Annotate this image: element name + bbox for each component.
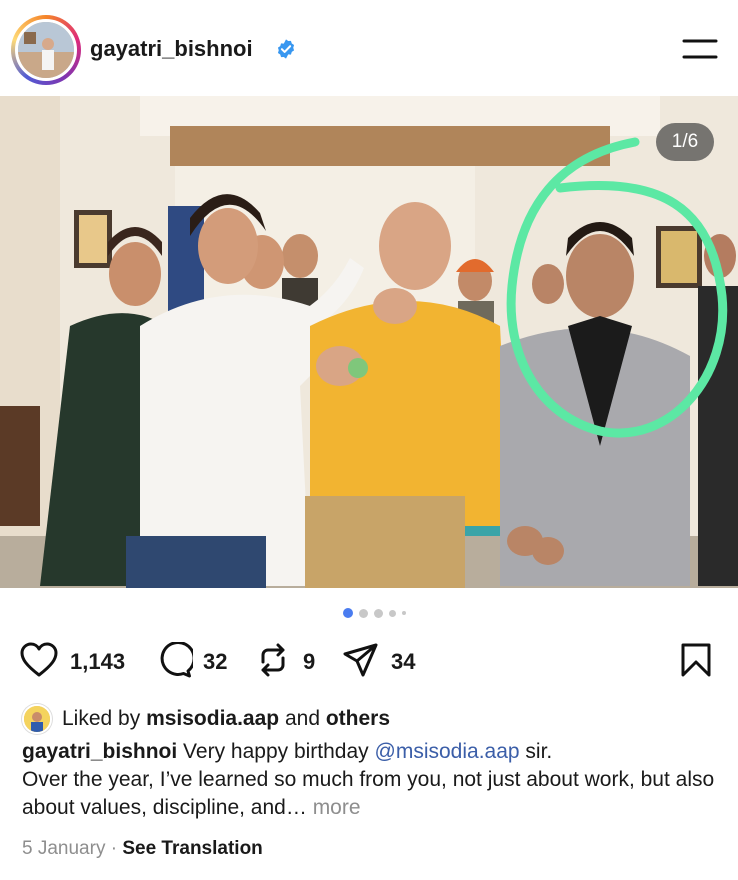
repost-count: 9	[303, 649, 316, 674]
post-username[interactable]: gayatri_bishnoi	[90, 36, 253, 62]
comment-count: 32	[203, 649, 228, 674]
post-photo[interactable]: 1/6	[0, 96, 738, 588]
comment-icon	[160, 642, 193, 678]
send-icon	[343, 643, 378, 677]
post-caption: gayatri_bishnoi Very happy birthday @msi…	[22, 738, 722, 822]
carousel-dot[interactable]	[374, 609, 383, 618]
verified-badge-icon	[277, 39, 295, 59]
heart-icon	[20, 642, 58, 677]
story-ring[interactable]	[11, 15, 81, 85]
share-button[interactable]: 34	[343, 636, 433, 684]
photo-counter: 1/6	[656, 123, 714, 161]
liked-prefix: Liked by	[62, 707, 141, 730]
carousel-dot[interactable]	[389, 610, 396, 617]
liker-username[interactable]: msisodia.aap	[146, 707, 279, 730]
liked-conj: and	[284, 707, 321, 730]
save-button[interactable]	[680, 636, 714, 684]
post-date: 5 January	[22, 838, 106, 859]
profile-avatar[interactable]	[15, 19, 77, 81]
like-button[interactable]: 1,143	[20, 636, 140, 684]
post-footer: 5 January · See Translation	[22, 838, 263, 860]
more-link[interactable]: more	[313, 796, 361, 819]
caption-username[interactable]: gayatri_bishnoi	[22, 740, 177, 763]
caption-text: Over the year, I’ve learned so much from…	[22, 768, 715, 819]
carousel-dot[interactable]	[343, 608, 353, 618]
hamburger-icon[interactable]	[680, 36, 720, 62]
caption-text: Very happy birthday	[183, 740, 369, 763]
caption-text: sir.	[525, 740, 553, 763]
caption-mention[interactable]: @msisodia.aap	[375, 740, 520, 763]
bookmark-icon	[681, 643, 711, 677]
comment-button[interactable]: 32	[155, 636, 245, 684]
separator: ·	[110, 838, 118, 859]
carousel-dot[interactable]	[359, 609, 368, 618]
share-count: 34	[391, 649, 416, 674]
liked-others[interactable]: others	[326, 707, 390, 730]
photo-illustration	[0, 96, 738, 588]
repost-button[interactable]: 9	[257, 636, 327, 684]
carousel-dot[interactable]	[402, 611, 406, 615]
like-count: 1,143	[70, 649, 126, 674]
repost-icon	[261, 643, 285, 677]
liker-avatar[interactable]	[22, 704, 52, 734]
see-translation-link[interactable]: See Translation	[122, 838, 262, 859]
action-bar: 1,143 32 9 34	[0, 636, 738, 686]
post-header: gayatri_bishnoi	[0, 0, 738, 96]
liked-by-text: Liked by msisodia.aap and others	[62, 707, 390, 731]
